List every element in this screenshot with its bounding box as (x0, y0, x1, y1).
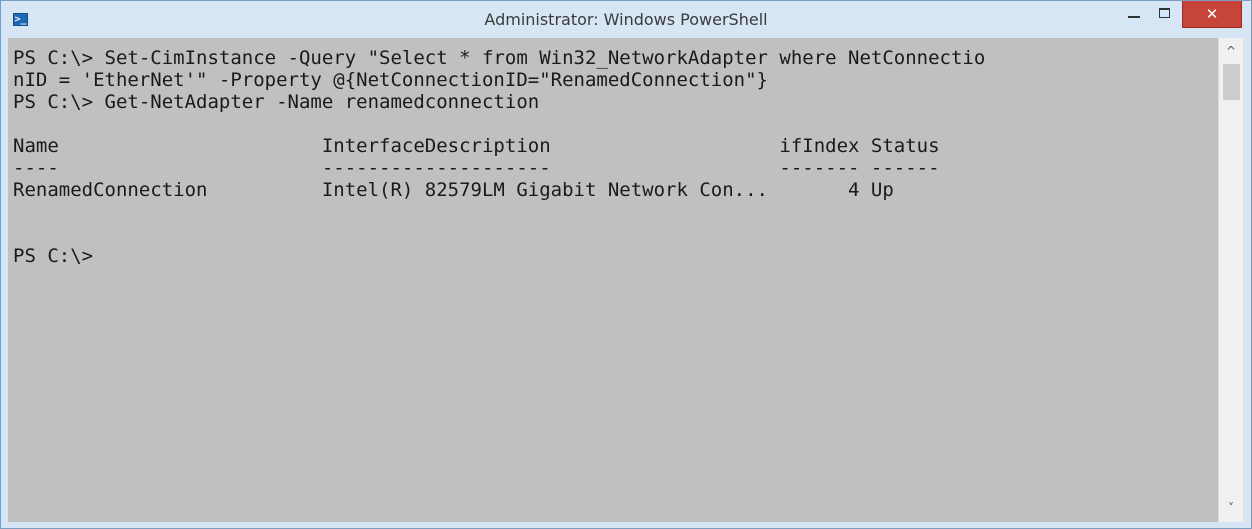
console-line-command-1-wrap: nID = 'EtherNet'" -Property @{NetConnect… (13, 69, 768, 91)
table-row: RenamedConnection Intel(R) 82579LM Gigab… (13, 179, 894, 201)
minimize-icon (1128, 16, 1140, 18)
title-bar[interactable]: >_ Administrator: Windows PowerShell ✕ (1, 1, 1251, 38)
console-line-command-1: PS C:\> Set-CimInstance -Query "Select *… (13, 47, 986, 69)
powershell-window: >_ Administrator: Windows PowerShell ✕ P… (0, 0, 1252, 529)
window-title: Administrator: Windows PowerShell (484, 10, 768, 29)
console-output[interactable]: PS C:\> Set-CimInstance -Query "Select *… (8, 38, 1218, 522)
scroll-up-icon[interactable]: ^ (1219, 40, 1243, 62)
minimize-button[interactable] (1119, 1, 1149, 28)
close-icon: ✕ (1205, 5, 1219, 23)
console-line-command-2: PS C:\> Get-NetAdapter -Name renamedconn… (13, 91, 540, 113)
vertical-scrollbar[interactable]: ^ ˅ (1218, 38, 1243, 522)
close-button[interactable]: ✕ (1182, 1, 1242, 28)
table-header-row: Name InterfaceDescription ifIndex Status (13, 135, 940, 157)
console-prompt[interactable]: PS C:\> (13, 245, 93, 267)
maximize-icon (1159, 8, 1170, 18)
maximize-button[interactable] (1150, 1, 1180, 28)
table-separator-row: ---- -------------------- ------- ------ (13, 157, 940, 179)
scroll-down-icon[interactable]: ˅ (1219, 497, 1243, 519)
scrollbar-thumb[interactable] (1223, 64, 1240, 100)
